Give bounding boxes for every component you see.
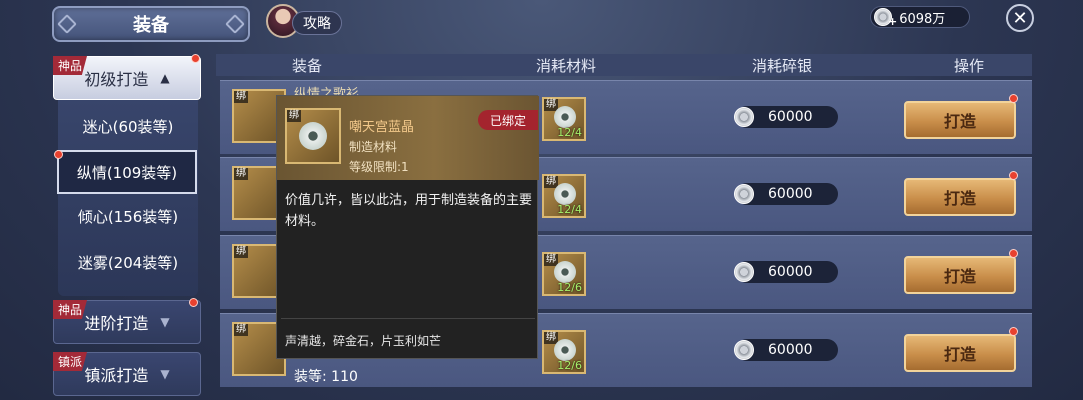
jade-icon xyxy=(554,106,576,128)
subcategory-item[interactable]: 迷心(60装等) xyxy=(58,106,198,146)
item-tooltip: 绑 嘲天宫蓝晶 制造材料 等级限制:1 已绑定 价值几许，皆以此沽，用于制造装备… xyxy=(276,95,539,359)
tooltip-item-name: 嘲天宫蓝晶 xyxy=(349,120,415,135)
category-label: 镇派打造 xyxy=(84,366,149,385)
notification-dot xyxy=(1009,249,1018,258)
header-action: 操作 xyxy=(954,56,985,75)
category-sect-forge[interactable]: 镇派 镇派打造 ▼ xyxy=(53,352,201,396)
tooltip-level-requirement: 等级限制:1 xyxy=(349,160,409,174)
notification-dot xyxy=(191,54,200,63)
close-button[interactable]: ✕ xyxy=(1006,4,1034,32)
jade-icon xyxy=(554,183,576,205)
subcategory-item-selected[interactable]: 纵情(109装等) xyxy=(57,150,197,194)
forge-button[interactable]: 打造 xyxy=(904,256,1016,294)
add-currency-icon[interactable]: + xyxy=(888,15,897,28)
jade-icon xyxy=(554,339,576,361)
chevron-down-icon: ▼ xyxy=(160,367,170,381)
category-tag: 神品 xyxy=(53,300,87,319)
notification-dot xyxy=(1009,327,1018,336)
page-title: 装备 xyxy=(52,6,250,42)
currency-value: 6098万 xyxy=(899,11,946,27)
header-materials: 消耗材料 xyxy=(536,56,597,75)
subcategory-item[interactable]: 倾心(156装等) xyxy=(58,196,198,236)
guide-button[interactable]: 攻略 xyxy=(292,11,342,35)
header-equipment: 装备 xyxy=(292,56,323,75)
category-tag: 神品 xyxy=(53,56,87,75)
silver-cost: 60000 xyxy=(734,106,838,128)
equipment-level: 装等: 110 xyxy=(294,369,358,385)
silver-cost: 60000 xyxy=(734,339,838,361)
divider xyxy=(281,318,535,319)
currency-display[interactable]: + 6098万 xyxy=(870,6,970,28)
silver-cost: 60000 xyxy=(734,183,838,205)
category-label: 初级打造 xyxy=(84,70,149,89)
category-advanced-forge[interactable]: 神品 进阶打造 ▼ xyxy=(53,300,201,344)
forge-button[interactable]: 打造 xyxy=(904,334,1016,372)
material-icon[interactable]: 绑 12/4 xyxy=(542,97,586,141)
category-label: 进阶打造 xyxy=(84,314,149,333)
notification-dot xyxy=(54,150,63,159)
material-icon[interactable]: 绑 12/6 xyxy=(542,330,586,374)
forge-button[interactable]: 打造 xyxy=(904,178,1016,216)
tooltip-item-icon: 绑 xyxy=(285,108,341,164)
tooltip-flavor-text: 声清越，碎金石，片玉利如芒 xyxy=(285,334,442,348)
page-title-text: 装备 xyxy=(133,15,169,36)
silver-coin-icon xyxy=(734,184,754,204)
tooltip-item-type: 制造材料 xyxy=(349,140,398,154)
jade-icon xyxy=(554,261,576,283)
category-basic-forge[interactable]: 神品 初级打造 ▲ xyxy=(53,56,201,100)
category-tag: 镇派 xyxy=(53,352,87,371)
chevron-up-icon: ▲ xyxy=(160,71,170,85)
silver-coin-icon xyxy=(734,107,754,127)
ornament-icon xyxy=(57,14,77,34)
table-header: 装备 消耗材料 消耗碎银 操作 xyxy=(216,54,1032,76)
header-silver: 消耗碎银 xyxy=(752,56,813,75)
bound-badge: 已绑定 xyxy=(478,110,538,130)
tooltip-description: 价值几许，皆以此沽，用于制造装备的主要材料。 xyxy=(285,193,533,229)
forge-button[interactable]: 打造 xyxy=(904,101,1016,139)
material-count: 12/4 xyxy=(557,126,582,139)
chevron-down-icon: ▼ xyxy=(160,315,170,329)
notification-dot xyxy=(189,298,198,307)
notification-dot xyxy=(1009,94,1018,103)
ornament-icon xyxy=(225,14,245,34)
material-count: 12/6 xyxy=(557,281,582,294)
material-icon[interactable]: 绑 12/6 xyxy=(542,252,586,296)
material-count: 12/4 xyxy=(557,203,582,216)
silver-cost: 60000 xyxy=(734,261,838,283)
notification-dot xyxy=(1009,171,1018,180)
jade-icon xyxy=(299,122,327,150)
silver-coin-icon xyxy=(734,340,754,360)
material-count: 12/6 xyxy=(557,359,582,372)
silver-coin-icon xyxy=(734,262,754,282)
material-icon[interactable]: 绑 12/4 xyxy=(542,174,586,218)
tooltip-header: 绑 嘲天宫蓝晶 制造材料 等级限制:1 已绑定 xyxy=(277,96,539,180)
subcategory-item[interactable]: 迷雾(204装等) xyxy=(58,242,198,282)
